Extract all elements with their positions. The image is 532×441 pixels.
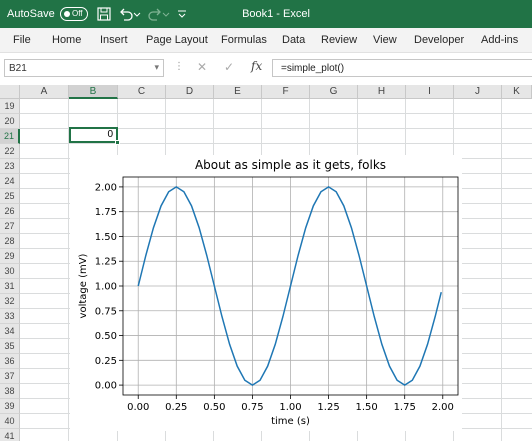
y-tick-label: 0.00 [95,381,117,392]
formula-bar-grip-icon: ⋮ [174,61,184,72]
row-header-25[interactable]: 25 [0,189,20,204]
row-header-36[interactable]: 36 [0,354,20,369]
column-header-b[interactable]: B [69,85,118,99]
row-header-29[interactable]: 29 [0,249,20,264]
enter-icon[interactable]: ✓ [224,60,234,74]
tab-insert[interactable]: Insert [100,34,128,46]
row-header-28[interactable]: 28 [0,234,20,249]
column-header-e[interactable]: E [214,85,262,99]
x-tick-label: 0.75 [241,402,263,413]
row-header-21[interactable]: 21 [0,129,20,144]
select-all-corner[interactable] [0,85,20,99]
x-tick-label: 0.25 [165,402,187,413]
fill-handle[interactable] [115,140,120,145]
y-axis-label: voltage (mV) [78,253,89,318]
x-axis-label: time (s) [271,416,310,427]
tab-file[interactable]: File [13,34,31,46]
tab-formulas[interactable]: Formulas [221,34,267,46]
tab-developer[interactable]: Developer [414,34,464,46]
row-header-23[interactable]: 23 [0,159,20,174]
row-header-35[interactable]: 35 [0,339,20,354]
row-header-31[interactable]: 31 [0,279,20,294]
tab-home[interactable]: Home [52,34,81,46]
tab-view[interactable]: View [373,34,397,46]
document-title: Book1 - Excel [242,8,310,20]
column-header-g[interactable]: G [310,85,358,99]
name-box-value: B21 [9,63,27,74]
y-tick-label: 1.75 [95,207,117,218]
name-box-dropdown-icon[interactable]: ▾ [154,62,159,73]
y-tick-label: 1.25 [95,257,117,268]
row-header-33[interactable]: 33 [0,309,20,324]
chart-title: About as simple as it gets, folks [195,158,386,172]
y-tick-label: 1.50 [95,232,117,243]
x-tick-label: 2.00 [432,402,454,413]
column-header-i[interactable]: I [406,85,454,99]
column-header-h[interactable]: H [358,85,406,99]
cancel-icon[interactable]: ✕ [197,60,207,74]
column-gridline [68,99,69,441]
column-header-c[interactable]: C [118,85,166,99]
column-header-f[interactable]: F [262,85,310,99]
x-tick-label: 0.50 [203,402,225,413]
row-header-27[interactable]: 27 [0,219,20,234]
x-tick-label: 1.75 [394,402,416,413]
row-header-41[interactable]: 41 [0,429,20,441]
row-header-22[interactable]: 22 [0,144,20,159]
row-header-30[interactable]: 30 [0,264,20,279]
column-header-k[interactable]: K [502,85,532,99]
row-header-26[interactable]: 26 [0,204,20,219]
column-header-j[interactable]: J [454,85,502,99]
y-tick-label: 0.50 [95,331,117,342]
y-tick-label: 2.00 [95,182,117,193]
x-tick-label: 0.00 [127,402,149,413]
title-bar: AutoSave Off Book1 - Excel [0,0,532,28]
chart-object[interactable]: 0.00 0.25 0.50 0.75 1.00 1.25 1.50 1.75 2.00 0.00… [70,155,462,431]
row-header-19[interactable]: 19 [0,99,20,114]
x-tick-label: 1.25 [317,402,339,413]
row-gridline [20,113,532,114]
row-header-39[interactable]: 39 [0,399,20,414]
column-header-d[interactable]: D [166,85,214,99]
y-tick-label: 0.25 [95,356,117,367]
row-header-24[interactable]: 24 [0,174,20,189]
row-header-32[interactable]: 32 [0,294,20,309]
tab-add-ins[interactable]: Add-ins [481,34,518,46]
tab-data[interactable]: Data [282,34,305,46]
row-header-37[interactable]: 37 [0,369,20,384]
row-gridline [20,143,532,144]
y-tick-label: 1.00 [95,282,117,293]
row-header-40[interactable]: 40 [0,414,20,429]
row-header-20[interactable]: 20 [0,114,20,129]
y-tick-label: 0.75 [95,306,117,317]
x-tick-label: 1.00 [279,402,301,413]
insert-function-icon[interactable]: fx [251,59,262,73]
row-header-38[interactable]: 38 [0,384,20,399]
ribbon-tabs: File Home Insert Page Layout Formulas Da… [0,28,532,53]
x-tick-label: 1.50 [356,402,378,413]
column-header-a[interactable]: A [20,85,69,99]
tab-review[interactable]: Review [321,34,357,46]
formula-input[interactable]: =simple_plot() [272,59,532,77]
name-box[interactable]: B21 ▾ [4,59,164,77]
formula-bar: B21 ▾ ⋮ ✕ ✓ fx =simple_plot() [0,53,532,85]
active-cell-b21[interactable]: 0 [69,127,118,143]
row-header-34[interactable]: 34 [0,324,20,339]
line-chart: 0.00 0.25 0.50 0.75 1.00 1.25 1.50 1.75 2.00 0.00… [78,158,459,427]
tab-page-layout[interactable]: Page Layout [146,34,208,46]
column-gridline [501,99,502,441]
